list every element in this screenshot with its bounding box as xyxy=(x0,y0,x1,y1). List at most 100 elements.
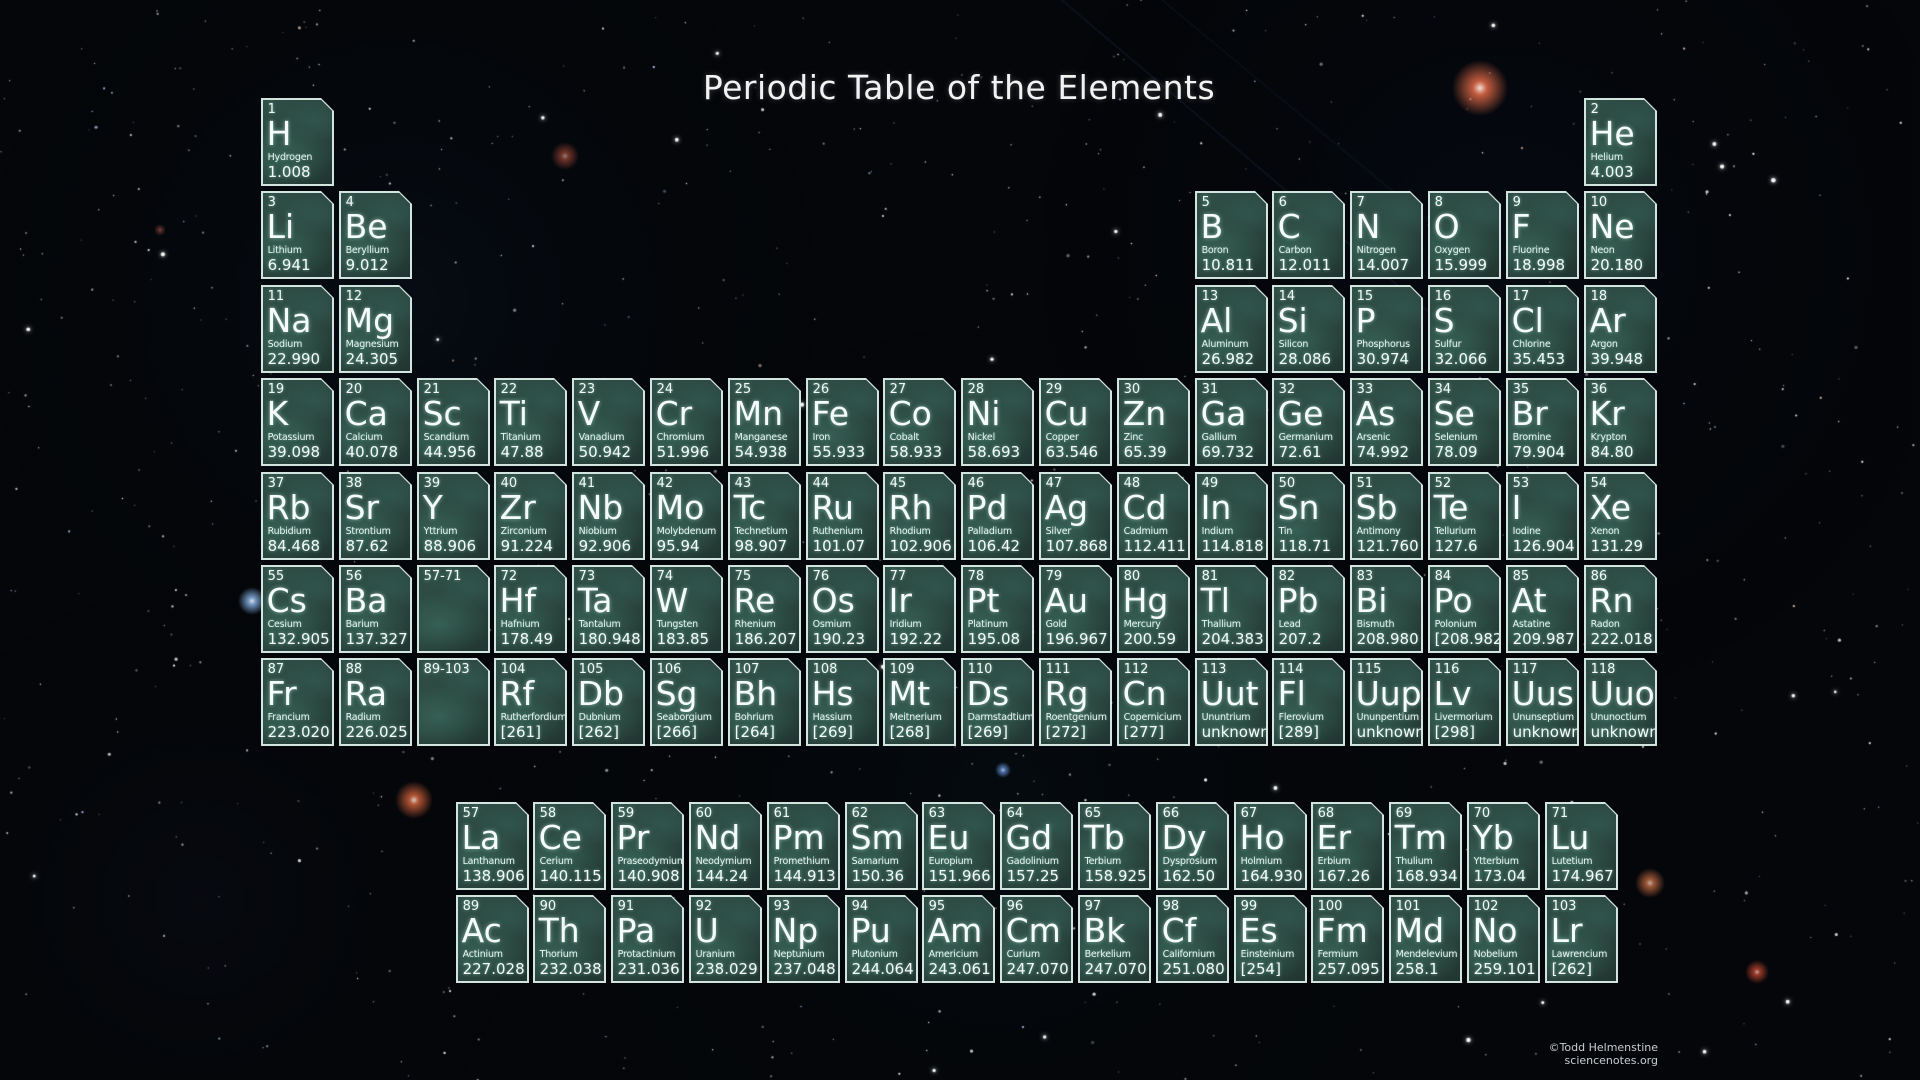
element-symbol: La xyxy=(462,821,501,856)
element-tile-tb: 65TbTerbium158.925 xyxy=(1078,802,1151,890)
element-tile-inner: 63EuEuropium151.966 xyxy=(924,804,994,889)
element-tile-ne: 10NeNeon20.180 xyxy=(1584,191,1657,279)
element-tile-inner: 40ZrZirconium91.224 xyxy=(496,474,566,559)
element-symbol: Hf xyxy=(500,584,536,619)
element-tile-inner: 54XeXenon131.29 xyxy=(1586,474,1656,559)
element-tile-hf: 72HfHafnium178.49 xyxy=(494,565,567,653)
atomic-mass: 208.980 xyxy=(1357,631,1419,648)
atomic-mass: 167.26 xyxy=(1318,868,1371,885)
element-tile-inner: 19KPotassium39.098 xyxy=(263,380,333,465)
atomic-mass: 10.811 xyxy=(1202,257,1255,274)
element-tile-fm: 100FmFermium257.095 xyxy=(1311,895,1384,983)
atomic-mass: 106.42 xyxy=(968,538,1021,555)
element-tile-cu: 29CuCopper63.546 xyxy=(1039,378,1112,466)
element-tile-inner: 103LrLawrencium[262] xyxy=(1547,897,1617,982)
atomic-mass: 195.08 xyxy=(968,631,1021,648)
element-tile-ru: 44RuRuthenium101.07 xyxy=(806,472,879,560)
element-tile-cm: 96CmCurium247.070 xyxy=(1000,895,1073,983)
element-tile-ar: 18ArArgon39.948 xyxy=(1584,285,1657,373)
element-tile-inner: 6CCarbon12.011 xyxy=(1274,193,1344,278)
element-tile-gd: 64GdGadolinium157.25 xyxy=(1000,802,1073,890)
element-tile-bk: 97BkBerkelium247.070 xyxy=(1078,895,1151,983)
element-tile-ra: 88RaRadium226.025 xyxy=(339,658,412,746)
element-symbol: Lr xyxy=(1551,914,1583,949)
element-symbol: Fm xyxy=(1317,914,1368,949)
element-tile-ti: 22TiTitanium47.88 xyxy=(494,378,567,466)
element-symbol: At xyxy=(1512,584,1547,619)
element-tile-li: 3LiLithium6.941 xyxy=(261,191,334,279)
atomic-mass: 47.88 xyxy=(501,444,544,461)
element-symbol: Ag xyxy=(1045,491,1089,526)
element-symbol: Li xyxy=(267,210,295,245)
element-tile-inner: 70YbYtterbium173.04 xyxy=(1469,804,1539,889)
element-tile-inner: 12MgMagnesium24.305 xyxy=(341,287,411,372)
atomic-mass: 127.6 xyxy=(1435,538,1478,555)
atomic-mass: 92.906 xyxy=(579,538,632,555)
element-tile-mn: 25MnManganese54.938 xyxy=(728,378,801,466)
element-symbol: Ce xyxy=(539,821,582,856)
element-tile-ag: 47AgSilver107.868 xyxy=(1039,472,1112,560)
element-symbol: Uut xyxy=(1201,677,1259,712)
element-tile-inner: 49InIndium114.818 xyxy=(1197,474,1267,559)
element-tile-th: 90ThThorium232.038 xyxy=(533,895,606,983)
atomic-mass: [208.982] xyxy=(1435,631,1509,648)
atomic-mass: [269] xyxy=(968,724,1008,741)
element-symbol: Np xyxy=(773,914,819,949)
element-tile-lv: 116LvLivermorium[298] xyxy=(1428,658,1501,746)
element-tile-inner: 84PoPolonium[208.982] xyxy=(1430,567,1500,652)
element-tile-ho: 67HoHolmium164.930 xyxy=(1234,802,1307,890)
atomic-mass: [289] xyxy=(1279,724,1319,741)
element-tile-os: 76OsOsmium190.23 xyxy=(806,565,879,653)
element-symbol: Pu xyxy=(851,914,891,949)
atomic-mass: 259.101 xyxy=(1474,961,1536,978)
atomic-mass: [262] xyxy=(1552,961,1592,978)
element-tile-inner: 25MnManganese54.938 xyxy=(730,380,800,465)
atomic-mass: 178.49 xyxy=(501,631,554,648)
element-symbol: Md xyxy=(1395,914,1444,949)
atomic-mass: 72.61 xyxy=(1279,444,1322,461)
element-symbol: Tm xyxy=(1395,821,1447,856)
element-symbol: Mo xyxy=(656,491,705,526)
element-tile-cd: 48CdCadmium112.411 xyxy=(1117,472,1190,560)
element-tile-pu: 94PuPlutonium244.064 xyxy=(845,895,918,983)
element-symbol: C xyxy=(1278,210,1301,245)
element-symbol: Cm xyxy=(1006,914,1061,949)
element-tile-sm: 62SmSamarium150.36 xyxy=(845,802,918,890)
element-tile-inner: 71LuLutetium174.967 xyxy=(1547,804,1617,889)
element-tile-inner: 114FlFlerovium[289] xyxy=(1274,660,1344,745)
element-tile-uus: 117UusUnunseptiumunknown xyxy=(1506,658,1579,746)
element-tile-re: 75ReRhenium186.207 xyxy=(728,565,801,653)
element-symbol: H xyxy=(267,117,292,152)
element-tile-se: 34SeSelenium78.09 xyxy=(1428,378,1501,466)
element-tile-inner: 91PaProtactinium231.036 xyxy=(613,897,683,982)
element-tile-inner: 23VVanadium50.942 xyxy=(574,380,644,465)
element-tile-zn: 30ZnZinc65.39 xyxy=(1117,378,1190,466)
element-tile-inner: 117UusUnunseptiumunknown xyxy=(1508,660,1578,745)
atomic-mass: 58.693 xyxy=(968,444,1021,461)
element-tile-in: 49InIndium114.818 xyxy=(1195,472,1268,560)
element-tile-inner: 75ReRhenium186.207 xyxy=(730,567,800,652)
element-symbol: Cu xyxy=(1045,397,1089,432)
element-tile-al: 13AlAluminum26.982 xyxy=(1195,285,1268,373)
element-symbol: Sm xyxy=(851,821,904,856)
element-symbol: Gd xyxy=(1006,821,1053,856)
placeholder-range-label: 89-103 xyxy=(424,663,470,676)
element-tile-au: 79AuGold196.967 xyxy=(1039,565,1112,653)
element-tile-inner: 64GdGadolinium157.25 xyxy=(1002,804,1072,889)
element-symbol: Pm xyxy=(773,821,825,856)
element-tile-inner: 20CaCalcium40.078 xyxy=(341,380,411,465)
element-tile-be: 4BeBeryllium9.012 xyxy=(339,191,412,279)
element-tile-inner: 16SSulfur32.066 xyxy=(1430,287,1500,372)
element-tile-inner: 3LiLithium6.941 xyxy=(263,193,333,278)
element-tile-inner: 83BiBismuth208.980 xyxy=(1352,567,1422,652)
atomic-mass: 39.948 xyxy=(1591,351,1644,368)
element-tile-inner: 50SnTin118.71 xyxy=(1274,474,1344,559)
atomic-mass: 223.020 xyxy=(268,724,330,741)
element-tile-inner: 47AgSilver107.868 xyxy=(1041,474,1111,559)
element-tile-eu: 63EuEuropium151.966 xyxy=(922,802,995,890)
element-tile-inner: 56BaBarium137.327 xyxy=(341,567,411,652)
element-tile-w: 74WTungsten183.85 xyxy=(650,565,723,653)
element-symbol: Os xyxy=(812,584,855,619)
atomic-mass: 35.453 xyxy=(1513,351,1566,368)
atomic-mass: 247.070 xyxy=(1085,961,1147,978)
